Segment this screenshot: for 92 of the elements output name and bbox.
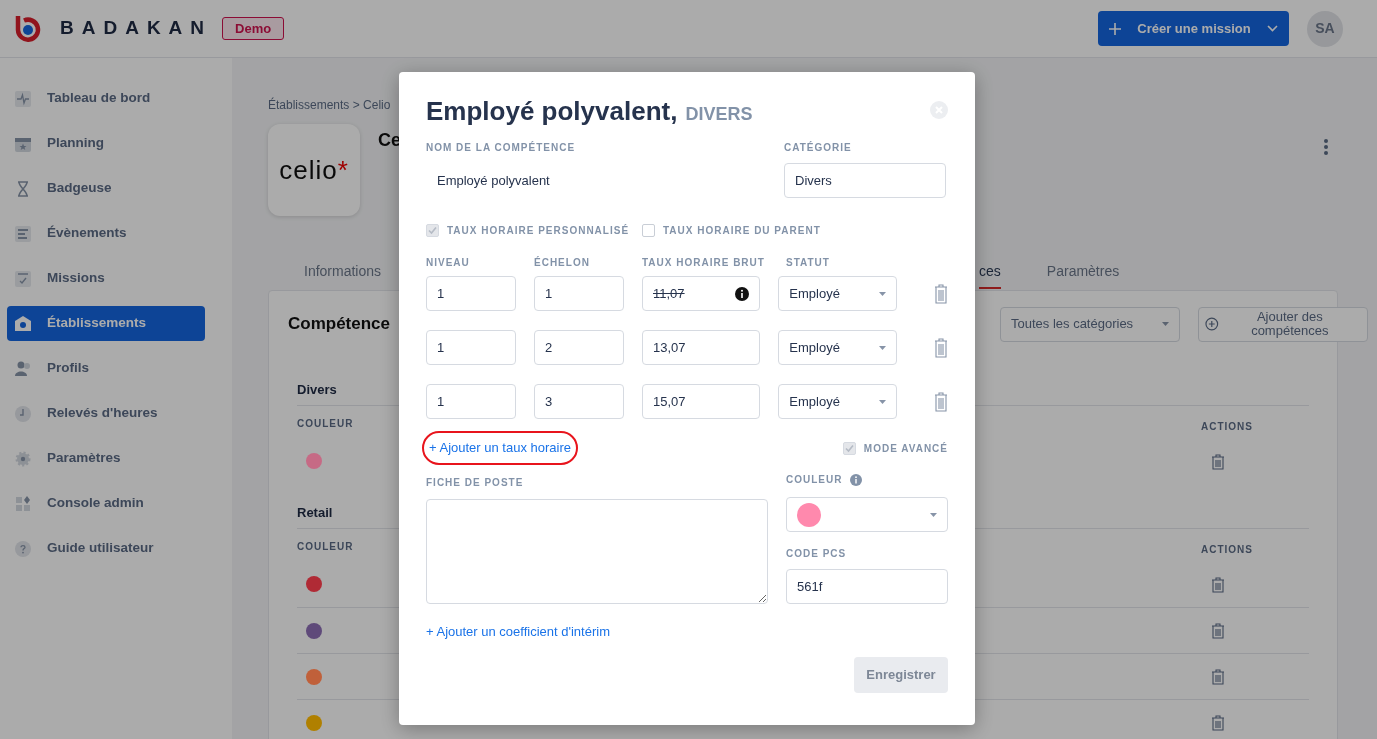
add-coefficient-link[interactable]: + Ajouter un coefficient d'intérim bbox=[426, 623, 610, 639]
trash-icon[interactable] bbox=[1211, 576, 1225, 593]
sidebar-item[interactable]: Établissements bbox=[7, 306, 205, 341]
group-name: Retail bbox=[297, 503, 333, 522]
step-field[interactable]: 3 bbox=[534, 384, 624, 419]
chevron-down-icon bbox=[1266, 25, 1278, 32]
caret-icon bbox=[878, 291, 886, 296]
color-select[interactable] bbox=[786, 497, 948, 532]
info-icon bbox=[735, 286, 750, 301]
user-avatar[interactable]: SA bbox=[1307, 10, 1343, 47]
grid-icon bbox=[15, 495, 31, 512]
group-name: Divers bbox=[297, 380, 337, 399]
checkbox-label: TAUX HORAIRE PERSONNALISÉ bbox=[447, 223, 630, 238]
column-header: NIVEAU bbox=[426, 257, 470, 269]
more-options-icon[interactable] bbox=[1323, 138, 1329, 156]
column-header: ÉCHELON bbox=[534, 257, 590, 269]
field-label: CATÉGORIE bbox=[784, 140, 853, 155]
person-icon bbox=[15, 360, 31, 377]
pcs-code-field[interactable]: 561f bbox=[786, 569, 948, 604]
column-header: STATUT bbox=[786, 257, 830, 269]
status-select[interactable]: Employé bbox=[778, 330, 897, 365]
demo-badge: Demo bbox=[222, 16, 285, 41]
trash-icon[interactable] bbox=[934, 283, 948, 304]
step-field[interactable]: 2 bbox=[534, 330, 624, 365]
status-select[interactable]: Employé bbox=[778, 276, 897, 311]
gear-icon bbox=[15, 450, 31, 467]
job-description-field[interactable] bbox=[426, 499, 768, 604]
column-header: ACTIONS bbox=[1201, 544, 1253, 555]
card-title: Compétence bbox=[288, 313, 391, 336]
field-label: CODE PCS bbox=[786, 547, 848, 561]
level-field[interactable]: 1 bbox=[426, 384, 516, 419]
column-header: COULEUR bbox=[297, 540, 354, 554]
sidebar-item[interactable]: Profils bbox=[7, 351, 205, 386]
level-field[interactable]: 1 bbox=[426, 330, 516, 365]
trash-icon[interactable] bbox=[1211, 453, 1225, 470]
trash-icon[interactable] bbox=[1211, 669, 1225, 686]
sidebar-item[interactable]: Planning bbox=[7, 126, 205, 161]
field-label: NOM DE LA COMPÉTENCE bbox=[426, 140, 577, 155]
field-label: COULEUR bbox=[786, 473, 843, 487]
column-header: ACTIONS bbox=[1201, 421, 1253, 432]
caret-icon bbox=[878, 399, 886, 404]
caret-icon bbox=[878, 345, 886, 350]
page-title: Ce bbox=[378, 129, 401, 152]
sidebar-item[interactable]: Relevés d'heures bbox=[7, 396, 205, 431]
add-rate-link[interactable]: + Ajouter un taux horaire bbox=[429, 440, 571, 456]
hourly-rate-field[interactable]: 15,07 bbox=[642, 384, 761, 419]
help-icon bbox=[15, 540, 31, 557]
column-header: TAUX HORAIRE BRUT bbox=[642, 257, 765, 269]
add-skills-button[interactable]: Ajouter des compétences bbox=[1198, 306, 1368, 342]
plus-icon bbox=[1109, 22, 1122, 35]
sidebar-item[interactable]: Tableau de bord bbox=[7, 81, 205, 116]
sidebar-item[interactable]: Guide utilisateur bbox=[7, 531, 205, 566]
brand-name: BADAKAN bbox=[60, 16, 213, 41]
sidebar-item[interactable]: Missions bbox=[7, 261, 205, 296]
column-header: COULEUR bbox=[297, 417, 354, 431]
caret-icon bbox=[930, 512, 937, 517]
add-circle-icon bbox=[1205, 317, 1219, 331]
trash-icon[interactable] bbox=[934, 391, 948, 412]
sidebar-item[interactable]: Console admin bbox=[7, 486, 205, 521]
list-icon bbox=[15, 225, 31, 242]
level-field[interactable]: 1 bbox=[426, 276, 516, 311]
tab[interactable]: Paramètres bbox=[1046, 257, 1120, 289]
checklist-icon bbox=[15, 270, 31, 287]
sidebar-item[interactable]: Badgeuse bbox=[7, 171, 205, 206]
trash-icon[interactable] bbox=[1211, 715, 1225, 732]
category-field[interactable]: Divers bbox=[784, 163, 946, 198]
trash-icon[interactable] bbox=[1211, 623, 1225, 640]
status-select[interactable]: Employé bbox=[778, 384, 897, 419]
modal-subtitle: DIVERS bbox=[685, 103, 753, 126]
field-label: FICHE DE POSTE bbox=[426, 476, 525, 490]
breadcrumb: Établissements > Celio bbox=[268, 98, 391, 112]
checkbox[interactable] bbox=[642, 223, 655, 237]
checkbox-label: MODE AVANCÉ bbox=[863, 441, 948, 456]
hourly-rate-field[interactable]: 11,07 bbox=[642, 276, 761, 311]
hourly-rate-field[interactable]: 13,07 bbox=[642, 330, 761, 365]
info-icon bbox=[850, 473, 863, 486]
clock-icon bbox=[15, 405, 31, 422]
house-icon bbox=[15, 315, 31, 332]
step-field[interactable]: 1 bbox=[534, 276, 624, 311]
pulse-icon bbox=[15, 90, 31, 107]
calendar-icon bbox=[15, 135, 31, 152]
sidebar-item[interactable]: Paramètres bbox=[7, 441, 205, 476]
sidebar-item[interactable]: Évènements bbox=[7, 216, 205, 251]
caret-icon bbox=[1162, 322, 1169, 326]
modal-title: Employé polyvalent, bbox=[426, 95, 678, 128]
category-filter[interactable]: Toutes les catégories bbox=[1000, 306, 1180, 342]
company-logo: celio* bbox=[268, 124, 360, 216]
tab[interactable]: Informations bbox=[304, 257, 382, 289]
checkbox-label: TAUX HORAIRE DU PARENT bbox=[663, 223, 821, 238]
create-mission-button[interactable]: Créer une mission bbox=[1098, 11, 1289, 46]
trash-icon[interactable] bbox=[934, 337, 948, 358]
hourglass-icon bbox=[15, 180, 31, 197]
